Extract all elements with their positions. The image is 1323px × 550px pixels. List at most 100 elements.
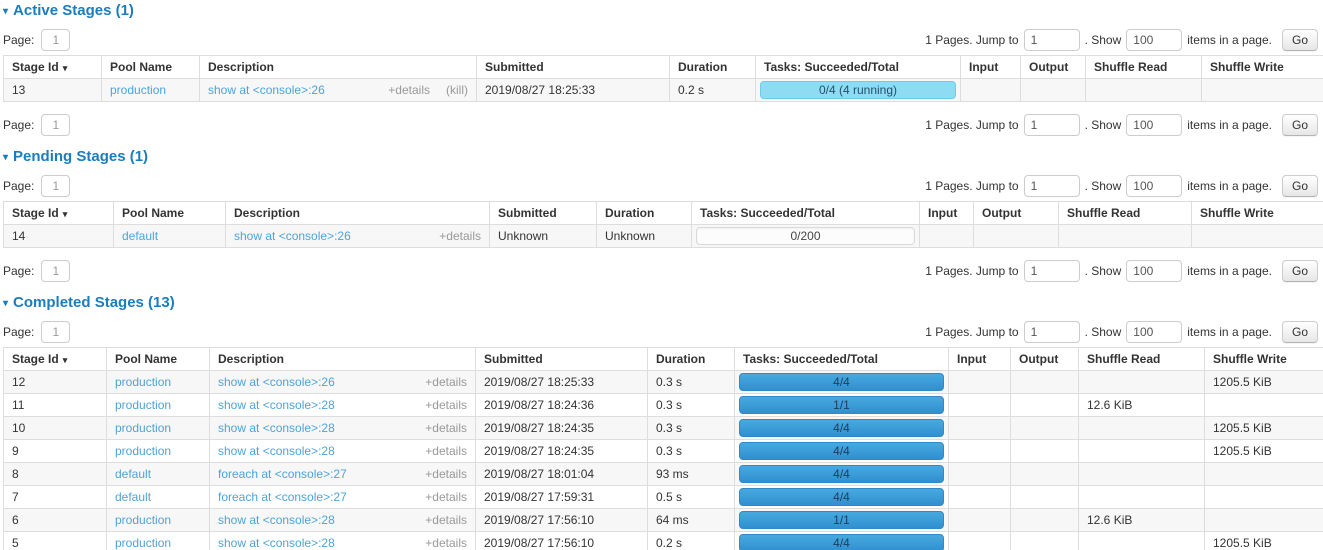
submitted-cell: 2019/08/27 18:25:33 [477, 79, 670, 102]
pool-name-link[interactable]: default [122, 229, 158, 243]
pool-name-link[interactable]: production [115, 398, 171, 412]
column-header-tasks-succeeded-total[interactable]: Tasks: Succeeded/Total [756, 56, 961, 79]
pool-name-link[interactable]: default [115, 467, 151, 481]
column-header-duration[interactable]: Duration [670, 56, 756, 79]
column-header-description[interactable]: Description [200, 56, 477, 79]
column-header-tasks-succeeded-total[interactable]: Tasks: Succeeded/Total [692, 202, 920, 225]
page-size-input[interactable] [1126, 260, 1182, 282]
go-button[interactable]: Go [1282, 260, 1318, 282]
column-header-duration[interactable]: Duration [597, 202, 692, 225]
stage-description-link[interactable]: show at <console>:28 [218, 421, 335, 435]
column-header-label: Shuffle Write [1210, 60, 1284, 74]
column-header-shuffle-write[interactable]: Shuffle Write [1202, 56, 1323, 79]
column-header-submitted[interactable]: Submitted [477, 56, 670, 79]
column-header-stage-id[interactable]: Stage Id▾ [4, 202, 114, 225]
column-header-pool-name[interactable]: Pool Name [107, 348, 210, 371]
details-toggle[interactable]: +details [425, 513, 467, 527]
column-header-output[interactable]: Output [974, 202, 1059, 225]
jump-to-page-input[interactable] [1024, 114, 1080, 136]
details-toggle[interactable]: +details [425, 490, 467, 504]
column-header-output[interactable]: Output [1021, 56, 1086, 79]
column-header-description[interactable]: Description [226, 202, 490, 225]
go-button[interactable]: Go [1282, 29, 1318, 51]
kill-link[interactable]: (kill) [446, 83, 468, 97]
column-header-input[interactable]: Input [920, 202, 974, 225]
page-number-input[interactable] [41, 321, 70, 343]
column-header-shuffle-read[interactable]: Shuffle Read [1059, 202, 1192, 225]
go-button[interactable]: Go [1282, 175, 1318, 197]
stage-description-link[interactable]: show at <console>:28 [218, 536, 335, 550]
page-size-input[interactable] [1126, 175, 1182, 197]
go-button[interactable]: Go [1282, 321, 1318, 343]
column-header-submitted[interactable]: Submitted [490, 202, 597, 225]
pool-name-link[interactable]: production [115, 536, 171, 550]
section-header-pending[interactable]: ▾Pending Stages (1) [3, 148, 1318, 165]
stage-description-link[interactable]: show at <console>:28 [218, 398, 335, 412]
column-header-description[interactable]: Description [210, 348, 476, 371]
column-header-pool-name[interactable]: Pool Name [114, 202, 226, 225]
tasks-cell: 4/4 [735, 486, 949, 509]
column-header-input[interactable]: Input [949, 348, 1011, 371]
stage-description-link[interactable]: show at <console>:26 [218, 375, 335, 389]
column-header-label: Tasks: Succeeded/Total [764, 60, 899, 74]
pool-name-link[interactable]: production [115, 444, 171, 458]
pager-controls: 1 Pages. Jump to. Showitems in a page.Go [925, 260, 1318, 282]
shuffle-write-cell [1192, 225, 1323, 248]
jump-to-page-input[interactable] [1024, 321, 1080, 343]
stage-description-link[interactable]: show at <console>:28 [218, 513, 335, 527]
column-header-shuffle-write[interactable]: Shuffle Write [1192, 202, 1323, 225]
jump-to-page-input[interactable] [1024, 29, 1080, 51]
jump-to-page-input[interactable] [1024, 175, 1080, 197]
details-toggle[interactable]: +details [425, 536, 467, 550]
stage-description-link[interactable]: show at <console>:28 [218, 444, 335, 458]
stage-description-link[interactable]: foreach at <console>:27 [218, 467, 347, 481]
column-header-tasks-succeeded-total[interactable]: Tasks: Succeeded/Total [735, 348, 949, 371]
page-size-input[interactable] [1126, 29, 1182, 51]
column-header-label: Shuffle Read [1094, 60, 1167, 74]
pool-name-link[interactable]: production [110, 83, 166, 97]
column-header-input[interactable]: Input [961, 56, 1021, 79]
column-header-stage-id[interactable]: Stage Id▾ [4, 56, 102, 79]
page-number-input[interactable] [41, 175, 70, 197]
tasks-progress-track: 4/4 [739, 373, 944, 391]
pool-name-link[interactable]: production [115, 513, 171, 527]
page-label: Page: [3, 33, 34, 47]
go-button[interactable]: Go [1282, 114, 1318, 136]
stage-description-link[interactable]: show at <console>:26 [208, 83, 325, 97]
details-toggle[interactable]: +details [425, 421, 467, 435]
section-header-completed[interactable]: ▾Completed Stages (13) [3, 294, 1318, 311]
stage-description-link[interactable]: show at <console>:26 [234, 229, 351, 243]
details-toggle[interactable]: +details [425, 375, 467, 389]
page-number-input[interactable] [41, 260, 70, 282]
pool-name-link[interactable]: production [115, 375, 171, 389]
column-header-label: Stage Id [12, 206, 59, 220]
column-header-duration[interactable]: Duration [648, 348, 735, 371]
input-cell [961, 79, 1021, 102]
column-header-pool-name[interactable]: Pool Name [102, 56, 200, 79]
column-header-shuffle-write[interactable]: Shuffle Write [1205, 348, 1323, 371]
column-header-submitted[interactable]: Submitted [476, 348, 648, 371]
page-size-input[interactable] [1126, 114, 1182, 136]
pool-name-link[interactable]: production [115, 421, 171, 435]
page-number-input[interactable] [41, 114, 70, 136]
output-cell [1011, 486, 1079, 509]
page-size-input[interactable] [1126, 321, 1182, 343]
pagination-row: Page:1 Pages. Jump to. Showitems in a pa… [3, 321, 1318, 343]
details-toggle[interactable]: +details [425, 398, 467, 412]
pool-name-link[interactable]: default [115, 490, 151, 504]
column-header-stage-id[interactable]: Stage Id▾ [4, 348, 107, 371]
jump-to-page-input[interactable] [1024, 260, 1080, 282]
column-header-shuffle-read[interactable]: Shuffle Read [1086, 56, 1202, 79]
stage-description-link[interactable]: foreach at <console>:27 [218, 490, 347, 504]
details-toggle[interactable]: +details [425, 467, 467, 481]
details-toggle[interactable]: +details [439, 229, 481, 243]
page-number-input[interactable] [41, 29, 70, 51]
output-cell [1011, 463, 1079, 486]
shuffle-read-cell [1079, 486, 1205, 509]
column-header-output[interactable]: Output [1011, 348, 1079, 371]
section-header-active[interactable]: ▾Active Stages (1) [3, 2, 1318, 19]
details-toggle[interactable]: +details [388, 83, 430, 97]
column-header-label: Submitted [484, 352, 543, 366]
details-toggle[interactable]: +details [425, 444, 467, 458]
column-header-shuffle-read[interactable]: Shuffle Read [1079, 348, 1205, 371]
